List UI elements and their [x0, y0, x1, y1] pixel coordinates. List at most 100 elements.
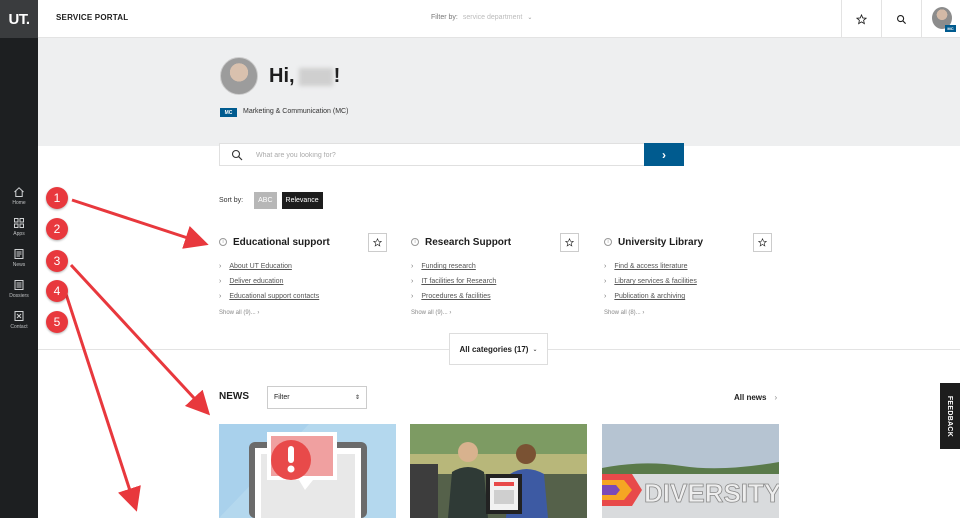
- blurred-user-name: [298, 67, 333, 86]
- category-link[interactable]: About UT Education: [229, 259, 292, 274]
- show-all-link[interactable]: Show all (9)... ›: [219, 310, 387, 316]
- list-item: › IT facilities for Research: [411, 274, 579, 289]
- star-icon: [856, 13, 867, 24]
- list-item: › Publication & archiving: [604, 289, 772, 304]
- home-icon: [14, 187, 24, 197]
- search-button[interactable]: [881, 0, 921, 38]
- show-all-link[interactable]: Show all (9)... ›: [411, 310, 579, 316]
- all-news-link[interactable]: All news ›: [734, 393, 777, 402]
- star-icon: [758, 237, 767, 247]
- greeting: Hi, !: [269, 65, 340, 88]
- greeting-suffix: !: [333, 65, 341, 87]
- chevron-right-icon: ›: [219, 278, 222, 285]
- sort-label: Sort by:: [219, 197, 244, 204]
- all-categories-button[interactable]: All categories (17) ⌄: [449, 333, 548, 365]
- contact-icon: [14, 311, 24, 321]
- top-bar: SERVICE PORTAL Filter by: service depart…: [38, 0, 960, 38]
- category-title[interactable]: Educational support: [233, 237, 368, 248]
- favorite-category-button[interactable]: [368, 232, 387, 252]
- info-icon: i: [219, 238, 227, 246]
- news-card-diversity[interactable]: DIVERSITY: [602, 424, 779, 518]
- annotation-arrow-1: [71, 198, 209, 249]
- search-input[interactable]: [256, 148, 636, 162]
- annotation-arrow-3: [69, 263, 211, 416]
- sidebar-item-contact[interactable]: Contact: [0, 310, 38, 340]
- news-filter-value: Filter: [274, 394, 290, 401]
- chevron-right-icon: ›: [219, 293, 222, 300]
- star-icon: [565, 237, 574, 247]
- news-card-award[interactable]: [410, 424, 587, 518]
- sidebar-item-dossiers[interactable]: Dossiers: [0, 279, 38, 309]
- sidebar-item-home[interactable]: Home: [0, 186, 38, 216]
- department-name: Marketing & Communication (MC): [243, 108, 349, 115]
- chevron-right-icon: ›: [219, 263, 222, 270]
- list-item: › Procedures & facilities: [411, 289, 579, 304]
- show-all-link[interactable]: Show all (8)... ›: [604, 310, 772, 316]
- news-card-alert[interactable]: [219, 424, 396, 518]
- category-link[interactable]: Deliver education: [229, 274, 283, 289]
- list-item: › Deliver education: [219, 274, 387, 289]
- list-item: › Educational support contacts: [219, 289, 387, 304]
- chevron-right-icon: ›: [411, 278, 414, 285]
- sidebar-item-label: Dossiers: [9, 293, 29, 299]
- sidebar-item-news[interactable]: News: [0, 248, 38, 278]
- list-item: › About UT Education: [219, 259, 387, 274]
- favorite-category-button[interactable]: [753, 232, 772, 252]
- chevron-down-icon: ⌄: [527, 15, 533, 21]
- category-link[interactable]: Publication & archiving: [614, 289, 685, 304]
- avatar: [220, 57, 258, 95]
- category-link[interactable]: IT facilities for Research: [421, 274, 496, 289]
- sort-relevance-button[interactable]: Relevance: [281, 192, 323, 209]
- sort-abc-button[interactable]: ABC: [254, 192, 277, 209]
- annotation-marker-5: 5: [46, 311, 68, 333]
- category-card: i Educational support › About UT Educatio…: [219, 232, 387, 316]
- feedback-tab[interactable]: FEEDBACK: [940, 383, 960, 449]
- list-item: › Find & access literature: [604, 259, 772, 274]
- greeting-prefix: Hi,: [269, 65, 295, 87]
- feedback-label: FEEDBACK: [946, 395, 954, 437]
- favorites-button[interactable]: [841, 0, 881, 38]
- chevron-right-icon: ›: [774, 393, 778, 402]
- avatar[interactable]: MC: [932, 7, 956, 32]
- info-icon: i: [411, 238, 419, 246]
- category-card: i University Library › Find & access lite…: [604, 232, 772, 316]
- news-filter-select[interactable]: Filter ⇕: [267, 386, 367, 409]
- filter-label: Filter by:: [431, 14, 458, 21]
- category-card: i Research Support › Funding research › IT…: [411, 232, 579, 316]
- chevron-right-icon: ›: [604, 278, 607, 285]
- category-link[interactable]: Funding research: [421, 259, 475, 274]
- all-news-label: All news: [734, 393, 767, 402]
- apps-icon: [14, 218, 24, 228]
- info-icon: i: [604, 238, 612, 246]
- chevron-right-icon: ›: [604, 263, 607, 270]
- department-filter[interactable]: Filter by: service department ⌄: [431, 14, 532, 21]
- select-arrows-icon: ⇕: [354, 395, 360, 401]
- ut-logo[interactable]: UT.: [0, 0, 38, 38]
- dept-badge: MC: [220, 108, 237, 117]
- sidebar-item-apps[interactable]: Apps: [0, 217, 38, 247]
- chevron-down-icon: ⌄: [532, 346, 538, 353]
- annotation-marker-3: 3: [46, 250, 68, 272]
- category-title[interactable]: Research Support: [425, 237, 560, 248]
- chevron-right-icon: ›: [604, 293, 607, 300]
- favorite-category-button[interactable]: [560, 232, 579, 252]
- list-item: › Funding research: [411, 259, 579, 274]
- star-icon: [373, 237, 382, 247]
- category-link[interactable]: Find & access literature: [614, 259, 687, 274]
- annotation-marker-4: 4: [46, 280, 68, 302]
- category-link[interactable]: Educational support contacts: [229, 289, 319, 304]
- chevron-right-icon: ›: [411, 293, 414, 300]
- sort-controls: Sort by: ABC Relevance: [219, 192, 323, 209]
- welcome-banner: Hi, ! MC Marketing & Communication (MC): [38, 38, 960, 146]
- sidebar-item-label: Contact: [10, 324, 28, 330]
- category-link[interactable]: Library services & facilities: [614, 274, 696, 289]
- diversity-sign-text: DIVERSITY: [644, 478, 779, 508]
- search-icon: [231, 149, 243, 161]
- annotation-marker-1: 1: [46, 187, 68, 209]
- chevron-right-icon: ›: [662, 147, 666, 162]
- search-bar: ›: [219, 143, 684, 166]
- category-title[interactable]: University Library: [618, 237, 753, 248]
- search-submit-button[interactable]: ›: [644, 143, 684, 166]
- sidebar-item-label: Apps: [13, 231, 25, 237]
- category-link[interactable]: Procedures & facilities: [421, 289, 490, 304]
